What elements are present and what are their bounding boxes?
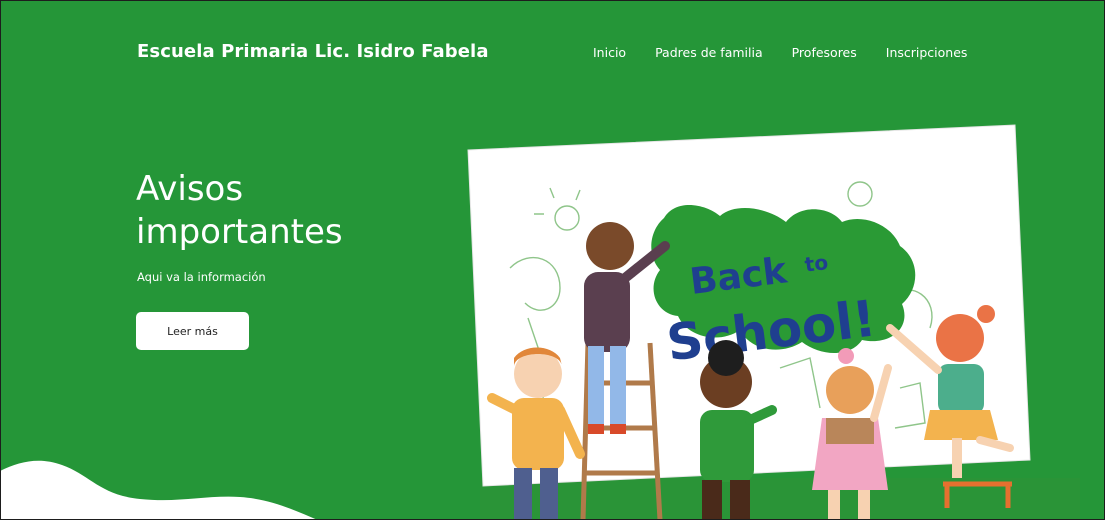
- read-more-button[interactable]: Leer más: [136, 312, 249, 350]
- nav-inicio[interactable]: Inicio: [593, 45, 626, 60]
- main-nav: Inicio Padres de familia Profesores Insc…: [593, 45, 967, 60]
- back-to-school-illustration: Back to School!: [467, 124, 1080, 520]
- decorative-wave: [0, 460, 318, 520]
- hero-subtitle: Aqui va la información: [137, 270, 266, 284]
- board-text-to: to: [803, 250, 829, 277]
- hero-title: Avisos importantes: [136, 169, 343, 252]
- nav-padres-de-familia[interactable]: Padres de familia: [655, 45, 763, 60]
- nav-profesores[interactable]: Profesores: [792, 45, 857, 60]
- site-logo-text[interactable]: Escuela Primaria Lic. Isidro Fabela: [137, 41, 489, 62]
- nav-inscripciones[interactable]: Inscripciones: [886, 45, 968, 60]
- site-header: Escuela Primaria Lic. Isidro Fabela Inic…: [0, 0, 1105, 105]
